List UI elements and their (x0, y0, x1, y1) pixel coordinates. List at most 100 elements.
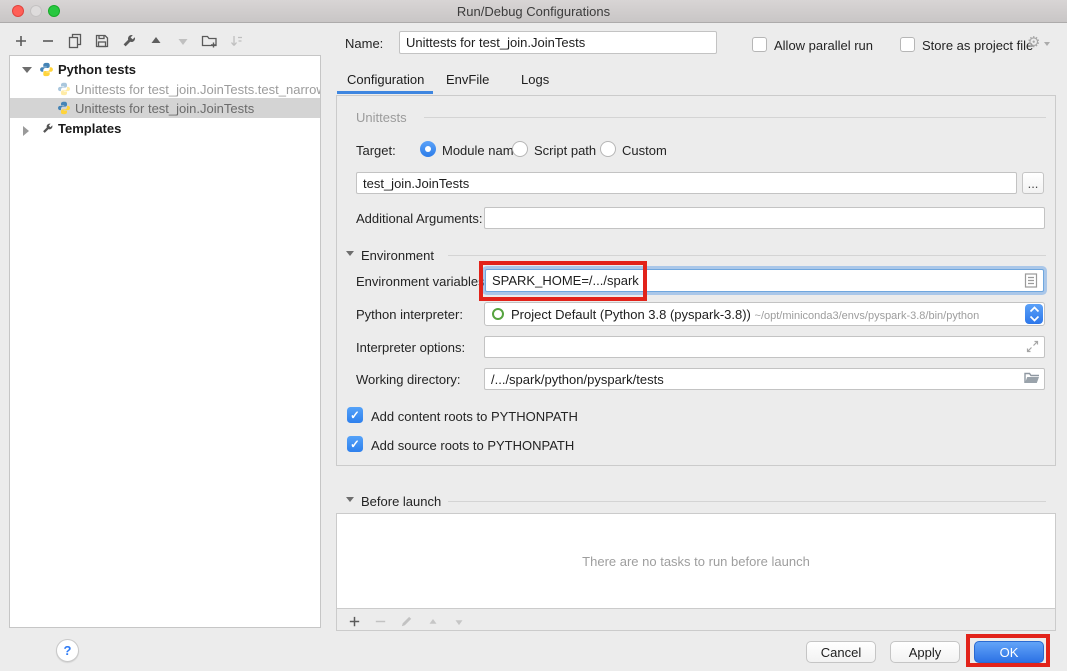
tree-item-label: Templates (58, 121, 121, 136)
add-content-roots-checkbox[interactable] (347, 407, 363, 423)
unittests-section-line (424, 117, 1046, 118)
ok-annotation-box (966, 634, 1050, 667)
tab-envfile[interactable]: EnvFile (446, 72, 489, 87)
tab-configuration[interactable]: Configuration (347, 72, 424, 87)
target-module-name-label: Module name (442, 143, 521, 158)
working-directory-input[interactable] (484, 368, 1045, 390)
help-button[interactable]: ? (56, 639, 79, 662)
arrow-down-icon (452, 615, 466, 629)
tree-item-python-tests[interactable]: Python tests (10, 59, 320, 79)
module-name-input[interactable] (356, 172, 1017, 194)
wrench-icon (121, 33, 137, 49)
run-debug-configurations-dialog: Run/Debug Configurations Python tests Un… (0, 0, 1067, 671)
environment-variables-label: Environment variables: (356, 274, 488, 289)
remove-task-button[interactable] (372, 613, 389, 630)
interpreter-options-input[interactable] (484, 336, 1045, 358)
target-label: Target: (356, 143, 396, 158)
pencil-icon (399, 614, 414, 629)
copy-icon (67, 33, 83, 49)
env-vars-annotation-box (479, 261, 647, 301)
python-test-icon (57, 82, 71, 99)
env-vars-browse-icon[interactable] (1024, 273, 1038, 293)
environment-section-line (448, 255, 1046, 256)
name-input[interactable] (399, 31, 717, 54)
target-custom-radio[interactable] (600, 141, 616, 157)
gear-icon[interactable]: ⚙ (1027, 33, 1040, 51)
minus-icon (373, 614, 388, 629)
add-source-roots-label: Add source roots to PYTHONPATH (371, 438, 574, 453)
working-directory-label: Working directory: (356, 372, 461, 387)
expand-field-icon[interactable] (1026, 340, 1039, 358)
allow-parallel-run-label: Allow parallel run (774, 38, 873, 53)
python-interpreter-value: Project Default (Python 3.8 (pyspark-3.8… (511, 307, 751, 322)
add-configuration-button[interactable] (12, 33, 29, 50)
python-interpreter-label: Python interpreter: (356, 307, 463, 322)
arrow-down-icon (175, 33, 191, 49)
new-folder-icon (201, 33, 218, 49)
remove-configuration-button[interactable] (39, 33, 56, 50)
templates-wrench-icon (41, 122, 54, 138)
add-content-roots-label: Add content roots to PYTHONPATH (371, 409, 578, 424)
active-tab-underline (337, 91, 433, 94)
before-launch-panel: There are no tasks to run before launch (336, 513, 1056, 631)
store-as-project-file-checkbox[interactable] (900, 37, 915, 52)
python-tests-icon (39, 62, 54, 80)
sort-alpha-icon (229, 33, 245, 49)
allow-parallel-run-checkbox[interactable] (752, 37, 767, 52)
tree-item-label: Unittests for test_join.JoinTests.test_n… (75, 82, 321, 97)
tree-item-templates[interactable]: Templates (10, 118, 320, 138)
minus-icon (40, 33, 56, 49)
browse-module-button[interactable]: ... (1022, 172, 1044, 194)
additional-arguments-input[interactable] (484, 207, 1045, 229)
edit-templates-button[interactable] (120, 33, 137, 50)
add-source-roots-checkbox[interactable] (347, 436, 363, 452)
additional-arguments-label: Additional Arguments: (356, 211, 482, 226)
move-task-down-button[interactable] (450, 613, 467, 630)
before-launch-section-label: Before launch (361, 494, 441, 509)
arrow-up-icon (148, 33, 164, 49)
folder-icon[interactable] (1024, 371, 1040, 390)
save-configuration-button[interactable] (93, 33, 110, 50)
unittests-section-label: Unittests (356, 110, 407, 125)
target-script-path-radio[interactable] (512, 141, 528, 157)
configurations-tree: Python tests Unittests for test_join.Joi… (9, 55, 321, 628)
sort-configurations-button[interactable] (228, 33, 245, 50)
move-task-up-button[interactable] (424, 613, 441, 630)
dropdown-stepper-icon[interactable] (1025, 304, 1043, 324)
create-folder-button[interactable] (201, 33, 218, 50)
target-custom-label: Custom (622, 143, 667, 158)
tab-logs[interactable]: Logs (521, 72, 549, 87)
window-title: Run/Debug Configurations (0, 4, 1067, 19)
target-script-path-label: Script path (534, 143, 596, 158)
store-as-project-file-label: Store as project file (922, 38, 1033, 53)
gear-dropdown-arrow-icon[interactable] (1044, 42, 1050, 46)
interpreter-options-label: Interpreter options: (356, 340, 465, 355)
edit-task-button[interactable] (398, 613, 415, 630)
title-bar: Run/Debug Configurations (0, 0, 1067, 23)
environment-collapse-icon[interactable] (346, 251, 354, 256)
python-interpreter-select[interactable]: Project Default (Python 3.8 (pyspark-3.8… (484, 302, 1045, 326)
target-module-name-radio[interactable] (420, 141, 436, 157)
python-interpreter-path: ~/opt/miniconda3/envs/pyspark-3.8/bin/py… (755, 310, 980, 322)
collapse-arrow-icon[interactable] (22, 67, 32, 73)
configurations-toolbar (12, 31, 245, 51)
save-icon (94, 33, 110, 49)
before-launch-section-line (448, 501, 1046, 502)
name-label: Name: (345, 36, 383, 51)
before-launch-empty-state: There are no tasks to run before launch (337, 514, 1055, 609)
tree-item-jointests-selected[interactable]: Unittests for test_join.JoinTests (10, 98, 320, 118)
plus-icon (13, 33, 29, 49)
environment-section-label: Environment (361, 248, 434, 263)
move-down-button[interactable] (174, 33, 191, 50)
cancel-button[interactable]: Cancel (806, 641, 876, 663)
tree-item-test-narrow[interactable]: Unittests for test_join.JoinTests.test_n… (10, 79, 320, 99)
add-task-button[interactable] (346, 613, 363, 630)
plus-icon (347, 614, 362, 629)
tree-item-label: Python tests (58, 62, 136, 77)
copy-configuration-button[interactable] (66, 33, 83, 50)
move-up-button[interactable] (147, 33, 164, 50)
before-launch-collapse-icon[interactable] (346, 497, 354, 502)
python-test-icon (57, 101, 71, 118)
apply-button[interactable]: Apply (890, 641, 960, 663)
expand-arrow-icon[interactable] (23, 126, 29, 136)
